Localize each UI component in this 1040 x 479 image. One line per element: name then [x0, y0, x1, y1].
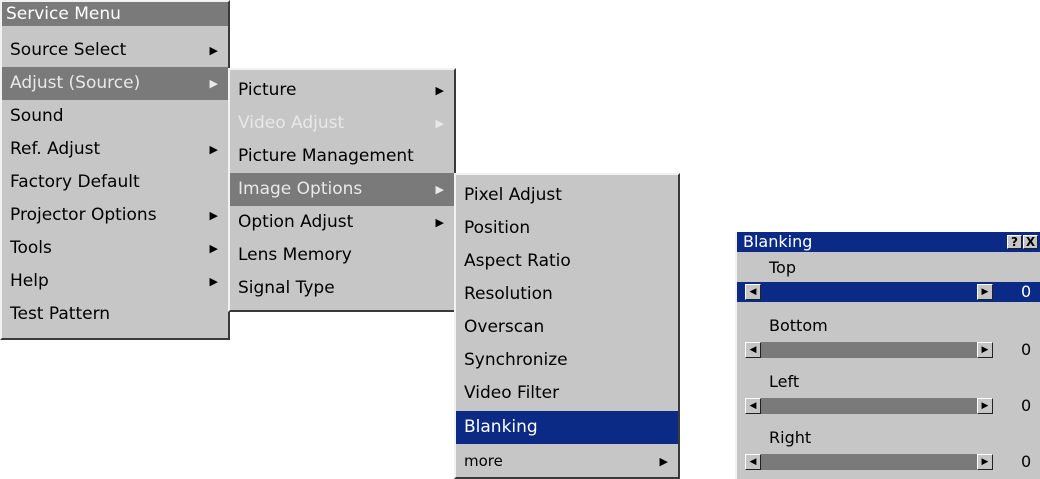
menu-item-label: Source Select: [10, 40, 127, 60]
menu-item-label: Synchronize: [464, 350, 568, 370]
menu-item-label: Blanking: [464, 417, 538, 437]
slider-right[interactable]: ◀ ▶: [745, 454, 993, 470]
decrease-arrow-icon[interactable]: ◀: [745, 398, 761, 414]
dialog-title: Blanking: [743, 232, 813, 251]
menu-item-more[interactable]: more ▶: [456, 445, 678, 478]
help-button[interactable]: ?: [1007, 235, 1022, 249]
slider-value-bottom: 0: [1021, 340, 1032, 359]
service-menu: Service Menu Source Select ▶ Adjust (Sou…: [0, 0, 230, 340]
increase-arrow-icon[interactable]: ▶: [977, 398, 993, 414]
slider-top[interactable]: ◀ ▶: [745, 284, 993, 300]
blanking-dialog: Blanking ? X Top ◀ ▶ 0 Bottom ◀ ▶ 0 Left…: [735, 232, 1040, 479]
menu-item-factory-default[interactable]: Factory Default: [2, 166, 228, 199]
menu-item-ref-adjust[interactable]: Ref. Adjust ▶: [2, 133, 228, 166]
submenu-arrow-icon: ▶: [435, 84, 444, 97]
menu-item-lens-memory[interactable]: Lens Memory: [230, 239, 454, 272]
submenu-arrow-icon: ▶: [659, 455, 668, 468]
menu-item-option-adjust[interactable]: Option Adjust ▶: [230, 206, 454, 239]
menu-item-label: Test Pattern: [10, 304, 111, 324]
menu-item-picture-management[interactable]: Picture Management: [230, 140, 454, 173]
menu-item-help[interactable]: Help ▶: [2, 265, 228, 298]
decrease-arrow-icon[interactable]: ◀: [745, 284, 761, 300]
menu-item-label: Resolution: [464, 284, 553, 304]
menu-item-label: Picture: [238, 80, 297, 100]
menu-item-overscan[interactable]: Overscan: [456, 311, 678, 344]
submenu-arrow-icon: ▶: [435, 216, 444, 229]
menu-item-label: Adjust (Source): [10, 73, 141, 93]
slider-value-top: 0: [1021, 282, 1032, 301]
menu-item-signal-type[interactable]: Signal Type: [230, 272, 454, 305]
menu-item-picture[interactable]: Picture ▶: [230, 74, 454, 107]
menu-item-projector-options[interactable]: Projector Options ▶: [2, 199, 228, 232]
menu-item-resolution[interactable]: Resolution: [456, 278, 678, 311]
menu-item-label: Position: [464, 218, 531, 238]
menu-item-video-adjust[interactable]: Video Adjust ▶: [230, 107, 454, 140]
submenu-arrow-icon: ▶: [209, 143, 218, 156]
menu-item-label: Aspect Ratio: [464, 251, 571, 271]
menu-item-label: Picture Management: [238, 146, 414, 166]
image-options-submenu: Pixel Adjust Position Aspect Ratio Resol…: [454, 173, 680, 479]
menu-item-label: Ref. Adjust: [10, 139, 101, 159]
slider-left[interactable]: ◀ ▶: [745, 398, 993, 414]
close-button[interactable]: X: [1023, 235, 1038, 249]
submenu-arrow-icon: ▶: [209, 242, 218, 255]
submenu-arrow-icon: ▶: [209, 44, 218, 57]
menu-item-label: Image Options: [238, 179, 363, 199]
menu-item-blanking[interactable]: Blanking: [456, 411, 678, 444]
increase-arrow-icon[interactable]: ▶: [977, 454, 993, 470]
menu-item-label: Video Adjust: [238, 113, 345, 133]
slider-value-left: 0: [1021, 396, 1032, 415]
menu-item-tools[interactable]: Tools ▶: [2, 232, 228, 265]
menu-item-label: Overscan: [464, 317, 545, 337]
menu-item-position[interactable]: Position: [456, 212, 678, 245]
submenu-arrow-icon: ▶: [209, 209, 218, 222]
menu-item-label: Signal Type: [238, 278, 335, 298]
menu-item-label: Sound: [10, 106, 64, 126]
menu-item-label: Pixel Adjust: [464, 185, 562, 205]
increase-arrow-icon[interactable]: ▶: [977, 342, 993, 358]
slider-value-right: 0: [1021, 452, 1032, 471]
menu-item-pixel-adjust[interactable]: Pixel Adjust: [456, 179, 678, 212]
menu-item-image-options[interactable]: Image Options ▶: [230, 173, 454, 206]
menu-item-synchronize[interactable]: Synchronize: [456, 344, 678, 377]
menu-item-label: Help: [10, 271, 49, 291]
menu-item-label: Lens Memory: [238, 245, 352, 265]
decrease-arrow-icon[interactable]: ◀: [745, 454, 761, 470]
submenu-arrow-icon: ▶: [209, 275, 218, 288]
slider-label-right: Right: [769, 428, 812, 447]
service-menu-title: Service Menu: [2, 2, 228, 26]
slider-label-left: Left: [769, 372, 800, 391]
submenu-arrow-icon: ▶: [435, 183, 444, 196]
menu-item-label: more: [464, 452, 503, 470]
menu-item-label: Factory Default: [10, 172, 140, 192]
increase-arrow-icon[interactable]: ▶: [977, 284, 993, 300]
adjust-source-submenu: Picture ▶ Video Adjust ▶ Picture Managem…: [228, 68, 456, 312]
menu-item-adjust-source[interactable]: Adjust (Source) ▶: [2, 67, 228, 100]
menu-item-label: Option Adjust: [238, 212, 354, 232]
submenu-arrow-icon: ▶: [209, 77, 218, 90]
slider-label-top: Top: [769, 258, 796, 277]
submenu-arrow-icon: ▶: [435, 117, 444, 130]
menu-item-label: Video Filter: [464, 383, 560, 403]
menu-item-test-pattern[interactable]: Test Pattern: [2, 298, 228, 331]
menu-item-label: Tools: [10, 238, 52, 258]
slider-label-bottom: Bottom: [769, 316, 828, 335]
dialog-title-bar: Blanking: [737, 232, 1040, 252]
menu-item-sound[interactable]: Sound: [2, 100, 228, 133]
menu-item-video-filter[interactable]: Video Filter: [456, 377, 678, 410]
decrease-arrow-icon[interactable]: ◀: [745, 342, 761, 358]
menu-item-label: Projector Options: [10, 205, 157, 225]
slider-bottom[interactable]: ◀ ▶: [745, 342, 993, 358]
menu-item-source-select[interactable]: Source Select ▶: [2, 34, 228, 67]
menu-item-aspect-ratio[interactable]: Aspect Ratio: [456, 245, 678, 278]
